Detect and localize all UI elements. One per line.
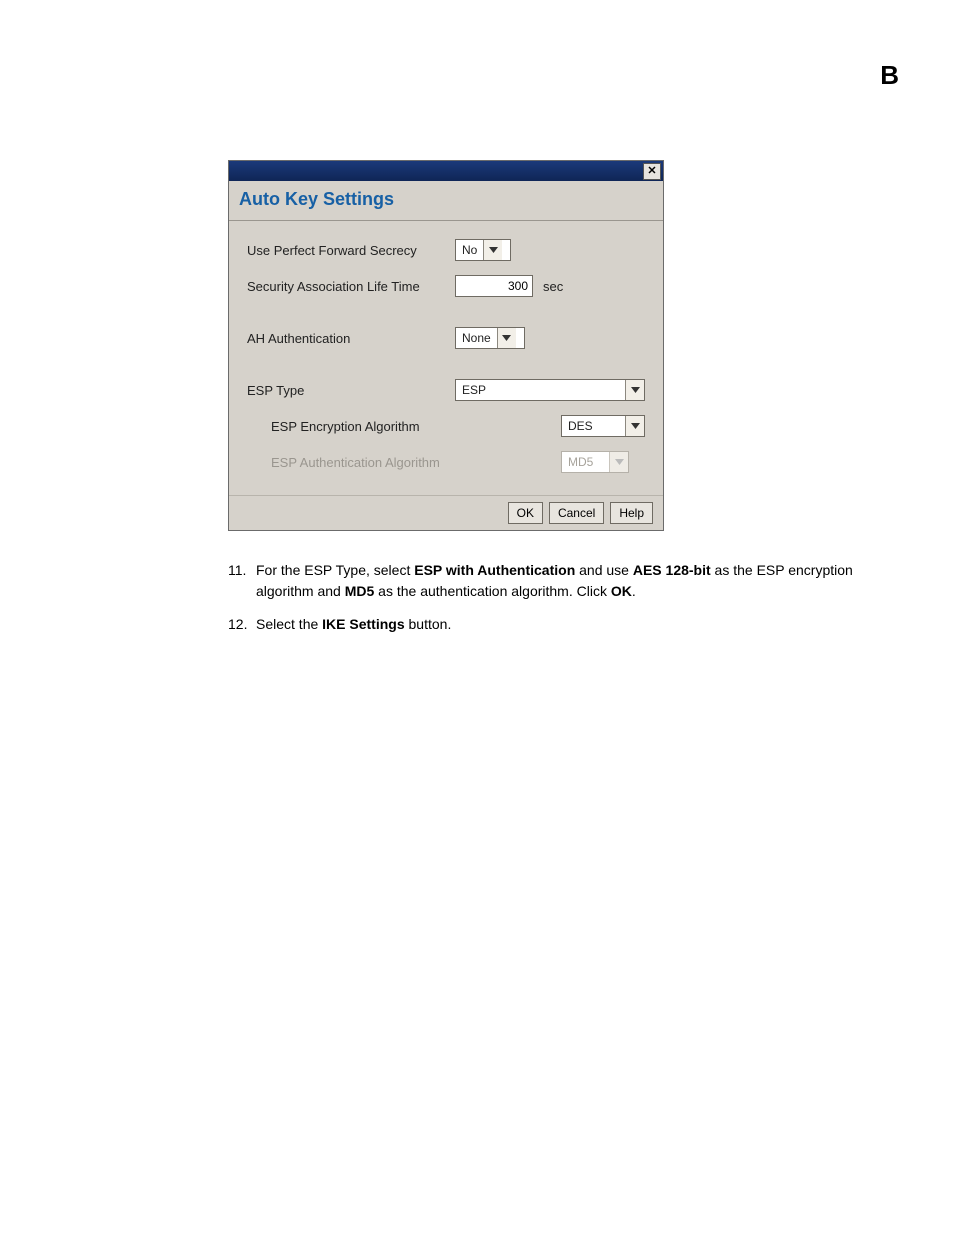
auto-key-settings-dialog: ✕ Auto Key Settings Use Perfect Forward … (228, 160, 664, 531)
cancel-button[interactable]: Cancel (549, 502, 604, 524)
esp-enc-select[interactable]: DES (561, 415, 645, 437)
dialog-title: Auto Key Settings (229, 181, 663, 221)
chevron-down-icon[interactable] (625, 380, 644, 400)
t: ESP with Authentication (414, 562, 575, 578)
ah-value: None (456, 328, 497, 348)
chevron-down-icon (609, 452, 628, 472)
esp-type-value: ESP (456, 380, 625, 400)
dialog-body: Use Perfect Forward Secrecy No Security … (229, 221, 663, 495)
pfs-row: Use Perfect Forward Secrecy No (247, 239, 645, 261)
esp-enc-label: ESP Encryption Algorithm (247, 419, 561, 434)
t: and use (575, 562, 633, 578)
pfs-label: Use Perfect Forward Secrecy (247, 243, 455, 258)
pfs-select[interactable]: No (455, 239, 511, 261)
esp-type-select[interactable]: ESP (455, 379, 645, 401)
t: IKE Settings (322, 616, 404, 632)
t: Select the (256, 616, 322, 632)
chevron-down-icon[interactable] (483, 240, 502, 260)
esp-type-row: ESP Type ESP (247, 379, 645, 401)
help-button[interactable]: Help (610, 502, 653, 524)
t: . (632, 583, 636, 599)
instruction-list: 11. For the ESP Type, select ESP with Au… (228, 560, 908, 647)
ah-row: AH Authentication None (247, 327, 645, 349)
step-11: 11. For the ESP Type, select ESP with Au… (228, 560, 908, 602)
esp-auth-select: MD5 (561, 451, 629, 473)
chevron-down-icon[interactable] (497, 328, 516, 348)
esp-auth-row: ESP Authentication Algorithm MD5 (247, 451, 645, 473)
step-number: 11. (228, 560, 256, 602)
step-number: 12. (228, 614, 256, 635)
esp-enc-value: DES (562, 416, 625, 436)
salt-unit: sec (543, 279, 563, 294)
esp-auth-label: ESP Authentication Algorithm (247, 455, 561, 470)
ok-button[interactable]: OK (508, 502, 543, 524)
close-icon[interactable]: ✕ (643, 163, 661, 180)
chevron-down-icon[interactable] (625, 416, 644, 436)
page-section-letter: B (880, 60, 899, 91)
dialog-titlebar: ✕ (229, 161, 663, 181)
salt-label: Security Association Life Time (247, 279, 455, 294)
esp-type-label: ESP Type (247, 383, 455, 398)
pfs-value: No (456, 240, 483, 260)
esp-auth-value: MD5 (562, 452, 609, 472)
ah-select[interactable]: None (455, 327, 525, 349)
salt-input[interactable] (455, 275, 533, 297)
t: OK (611, 583, 632, 599)
t: as the authentication algorithm. Click (374, 583, 611, 599)
t: AES 128-bit (633, 562, 711, 578)
ah-label: AH Authentication (247, 331, 455, 346)
t: MD5 (345, 583, 375, 599)
dialog-buttons: OK Cancel Help (229, 495, 663, 530)
step-text: Select the IKE Settings button. (256, 614, 908, 635)
step-12: 12. Select the IKE Settings button. (228, 614, 908, 635)
t: button. (405, 616, 452, 632)
t: For the ESP Type, select (256, 562, 414, 578)
step-text: For the ESP Type, select ESP with Authen… (256, 560, 908, 602)
esp-enc-row: ESP Encryption Algorithm DES (247, 415, 645, 437)
salt-row: Security Association Life Time sec (247, 275, 645, 297)
